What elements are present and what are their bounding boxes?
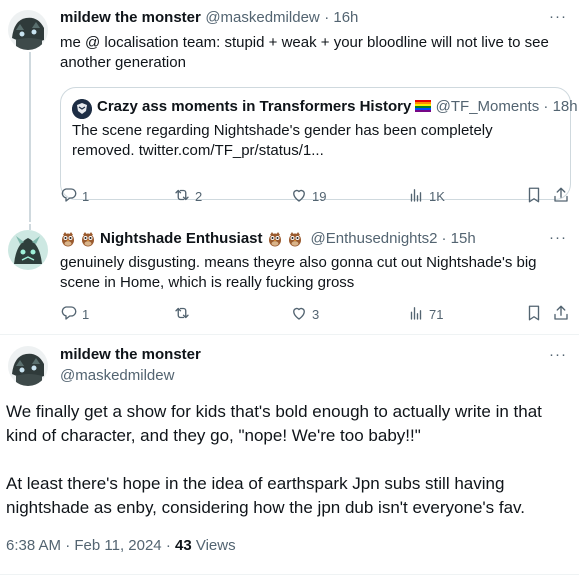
- owl-icon: [267, 231, 283, 247]
- quote-author-name[interactable]: Crazy ass moments in Transformers Histor…: [97, 98, 411, 115]
- tweet-text: genuinely disgusting. means theyre also …: [60, 254, 537, 291]
- divider: [0, 574, 579, 575]
- repost-button[interactable]: [173, 304, 195, 325]
- bookmark-button[interactable]: [525, 304, 543, 325]
- reply-icon: [60, 186, 78, 207]
- avatar-mildew[interactable]: [8, 346, 48, 386]
- bookmark-icon: [525, 304, 543, 325]
- more-icon[interactable]: ···: [549, 229, 567, 246]
- bookmark-icon: [525, 186, 543, 207]
- tweet-text-paragraph-2: At least there's hope in the idea of ear…: [6, 474, 526, 517]
- tweet-text-paragraph-1: We finally get a show for kids that's bo…: [6, 402, 542, 445]
- repost-icon: [173, 186, 191, 207]
- repost-button[interactable]: 2: [173, 186, 202, 207]
- share-icon: [552, 186, 570, 207]
- share-icon: [552, 304, 570, 325]
- like-icon: [290, 186, 308, 207]
- reply-icon: [60, 304, 78, 325]
- share-button[interactable]: [552, 186, 570, 207]
- rainbow-flag-icon: [415, 99, 432, 112]
- quote-post-time[interactable]: · 18h: [543, 98, 577, 115]
- thread-line: [29, 52, 31, 222]
- reply-count: 1: [82, 189, 90, 204]
- more-icon[interactable]: ···: [549, 346, 567, 363]
- views-button[interactable]: 1K: [407, 186, 445, 207]
- author-name[interactable]: mildew the monster: [60, 346, 201, 363]
- quote-author-handle[interactable]: @TF_Moments: [436, 98, 540, 115]
- repost-count: 2: [195, 189, 203, 204]
- reply-button[interactable]: 1: [60, 186, 89, 207]
- author-handle[interactable]: @maskedmildew: [205, 9, 319, 26]
- post-time[interactable]: · 16h: [324, 9, 358, 26]
- post-time[interactable]: · 15h: [442, 230, 476, 247]
- like-count: 3: [312, 307, 320, 322]
- quoted-tweet[interactable]: Crazy ass moments in Transformers Histor…: [60, 87, 578, 200]
- views-count: 43: [175, 537, 192, 554]
- views-icon: [407, 304, 425, 325]
- like-button[interactable]: 3: [290, 304, 319, 325]
- views-icon: [407, 186, 425, 207]
- like-count: 19: [312, 189, 327, 204]
- owl-icon: [80, 231, 96, 247]
- reply-count: 1: [82, 307, 90, 322]
- quote-text: The scene regarding Nightshade's gender …: [72, 122, 493, 159]
- quote-avatar[interactable]: [72, 99, 92, 119]
- avatar-nightshade-enthusiast[interactable]: [8, 230, 48, 270]
- like-button[interactable]: 19: [290, 186, 326, 207]
- views-label: Views: [195, 537, 236, 554]
- repost-icon: [173, 304, 191, 325]
- views-count: 1K: [429, 189, 445, 204]
- action-bar: 1 2 19 1K: [60, 186, 572, 206]
- author-handle[interactable]: @Enthusednights2: [311, 230, 438, 247]
- author-handle[interactable]: @maskedmildew: [60, 367, 174, 384]
- owl-icon: [287, 231, 303, 247]
- action-bar: 1 3 71: [60, 304, 572, 324]
- tweet-meta: 6:38 AM · Feb 11, 2024 · 43 Views: [6, 537, 236, 554]
- author-name[interactable]: Nightshade Enthusiast: [100, 230, 263, 247]
- share-button[interactable]: [552, 304, 570, 325]
- bookmark-button[interactable]: [525, 186, 543, 207]
- author-name[interactable]: mildew the monster: [60, 9, 201, 26]
- views-count: 71: [429, 307, 444, 322]
- tweet-text: me @ localisation team: stupid + weak + …: [60, 34, 549, 71]
- like-icon: [290, 304, 308, 325]
- owl-icon: [60, 231, 76, 247]
- avatar-mildew[interactable]: [8, 10, 48, 50]
- views-button[interactable]: 71: [407, 304, 443, 325]
- divider: [0, 334, 579, 335]
- timestamp[interactable]: 6:38 AM · Feb 11, 2024 ·: [6, 537, 171, 554]
- reply-button[interactable]: 1: [60, 304, 89, 325]
- more-icon[interactable]: ···: [549, 8, 567, 25]
